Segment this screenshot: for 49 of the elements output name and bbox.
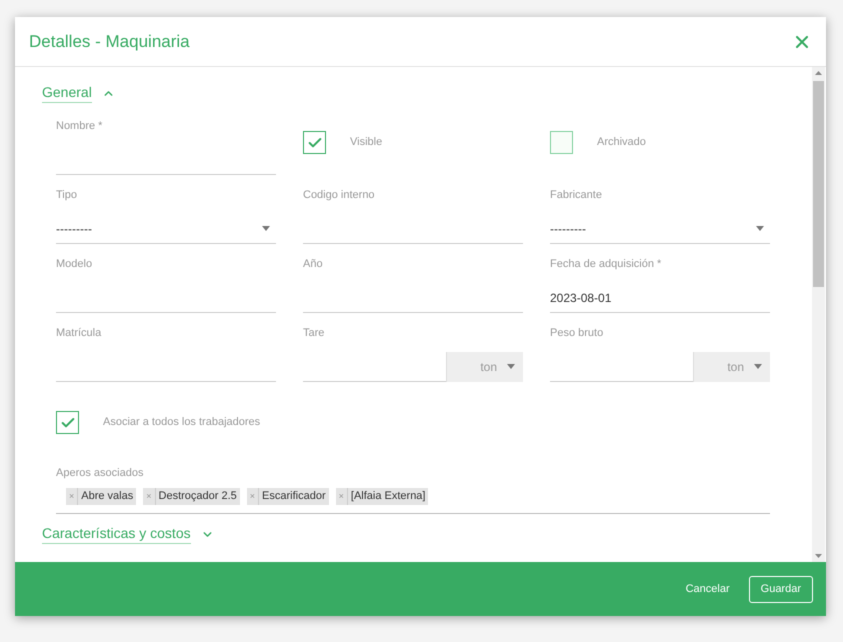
unit-select[interactable]: ton <box>693 352 770 382</box>
scrollbar-thumb[interactable] <box>813 81 824 287</box>
field-label: Aperos asociados <box>56 467 144 479</box>
input-field[interactable]: 2023-08-01 <box>550 283 770 313</box>
section-tab[interactable]: General <box>42 83 92 103</box>
remove-tag-button[interactable]: × <box>336 488 348 505</box>
field-value: --------- <box>550 220 586 238</box>
field-label: Codigo interno <box>303 188 376 203</box>
dialog-title: Detalles - Maquinaria <box>29 30 190 53</box>
checkbox[interactable] <box>550 131 573 154</box>
input-field[interactable]: ton <box>303 352 523 382</box>
field-label: Fabricante <box>550 188 603 203</box>
remove-tag-button[interactable]: × <box>143 488 156 505</box>
field-label: Tare <box>303 326 326 341</box>
select-field[interactable]: --------- <box>56 214 276 244</box>
field-label: Matrícula <box>56 326 102 341</box>
scroll-down-icon[interactable] <box>815 554 822 558</box>
cancel-button[interactable]: Cancelar <box>686 576 730 602</box>
field-value: 2023-08-01 <box>550 290 612 306</box>
section-tab[interactable]: Características y costos <box>42 524 191 544</box>
remove-tag-button[interactable]: × <box>246 488 260 505</box>
field-label: Fecha de adquisición * <box>550 257 662 272</box>
field-value: --------- <box>56 220 92 238</box>
select-field[interactable]: --------- <box>550 214 770 244</box>
tag-label: [Alfaia Externa] <box>350 489 426 504</box>
checkbox-label: Asociar a todos los trabajadores <box>103 415 260 430</box>
input-field[interactable]: ton <box>550 352 770 382</box>
scrollbar[interactable] <box>812 67 825 562</box>
field-label: Nombre * <box>56 119 104 134</box>
caret-icon <box>262 226 270 231</box>
field-label: Modelo <box>56 257 94 272</box>
unit-select[interactable]: ton <box>446 352 523 382</box>
field-label: Año <box>303 257 324 272</box>
checkbox-label: Archivado <box>597 135 646 150</box>
field-label: Peso bruto <box>550 326 604 341</box>
tag-label: Abre valas <box>80 489 134 504</box>
caret-icon <box>507 364 515 369</box>
checkbox[interactable] <box>303 131 326 154</box>
save-button[interactable]: Guardar <box>748 576 813 602</box>
caret-icon <box>754 364 762 369</box>
checkbox[interactable] <box>56 411 79 434</box>
checkbox-label: Visible <box>350 135 382 150</box>
caret-icon <box>756 226 764 231</box>
tag-label: Escarificador <box>261 489 327 504</box>
scroll-up-icon[interactable] <box>815 71 822 75</box>
tags-field[interactable]: × Abre valas × Destroçador 2.5 × Escarificador × [Alfaia Externa] <box>56 488 770 514</box>
tag-label: Destroçador 2.5 <box>158 489 238 504</box>
field-label: Tipo <box>56 188 78 203</box>
remove-tag-button[interactable]: × <box>66 488 78 505</box>
